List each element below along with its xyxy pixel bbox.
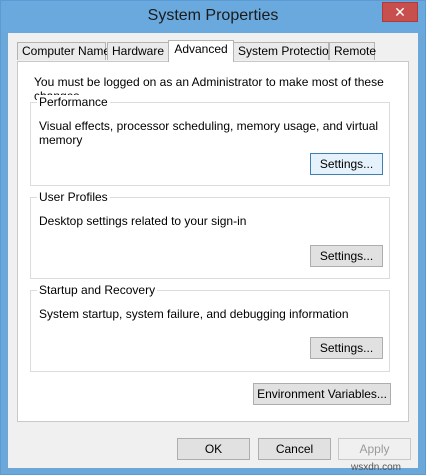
startup-recovery-settings-button[interactable]: Settings... bbox=[310, 337, 383, 359]
ok-button[interactable]: OK bbox=[177, 438, 250, 460]
startup-recovery-group: Startup and Recovery System startup, sys… bbox=[30, 283, 390, 372]
user-profiles-description: Desktop settings related to your sign-in bbox=[39, 214, 247, 228]
tab-system-protection[interactable]: System Protection bbox=[233, 42, 335, 60]
watermark: wsxdn.com bbox=[351, 462, 402, 473]
performance-group: Performance Visual effects, processor sc… bbox=[30, 95, 390, 186]
apply-button[interactable]: Apply bbox=[338, 438, 411, 460]
performance-settings-button[interactable]: Settings... bbox=[310, 153, 383, 175]
advanced-tab-panel: You must be logged on as an Administrato… bbox=[17, 61, 409, 422]
dialog-client-area: Computer Name Hardware Advanced System P… bbox=[8, 33, 418, 473]
user-profiles-label: User Profiles bbox=[37, 190, 110, 204]
cancel-button[interactable]: Cancel bbox=[258, 438, 331, 460]
startup-recovery-description: System startup, system failure, and debu… bbox=[39, 307, 349, 321]
tab-computer-name[interactable]: Computer Name bbox=[17, 42, 110, 60]
startup-recovery-label: Startup and Recovery bbox=[37, 283, 158, 297]
tab-hardware[interactable]: Hardware bbox=[107, 42, 169, 60]
tab-remote[interactable]: Remote bbox=[329, 42, 376, 60]
system-properties-window: System Properties ✕ Computer Name Hardwa… bbox=[0, 0, 426, 475]
user-profiles-settings-button[interactable]: Settings... bbox=[310, 245, 383, 267]
environment-variables-button[interactable]: Environment Variables... bbox=[253, 383, 391, 405]
performance-label: Performance bbox=[37, 95, 110, 109]
close-button[interactable]: ✕ bbox=[382, 2, 418, 22]
title-bar[interactable]: System Properties ✕ bbox=[1, 1, 425, 33]
window-title: System Properties bbox=[147, 7, 279, 24]
close-icon: ✕ bbox=[394, 4, 406, 20]
user-profiles-group: User Profiles Desktop settings related t… bbox=[30, 190, 390, 279]
tab-advanced[interactable]: Advanced bbox=[168, 40, 234, 62]
performance-description: Visual effects, processor scheduling, me… bbox=[39, 119, 379, 147]
